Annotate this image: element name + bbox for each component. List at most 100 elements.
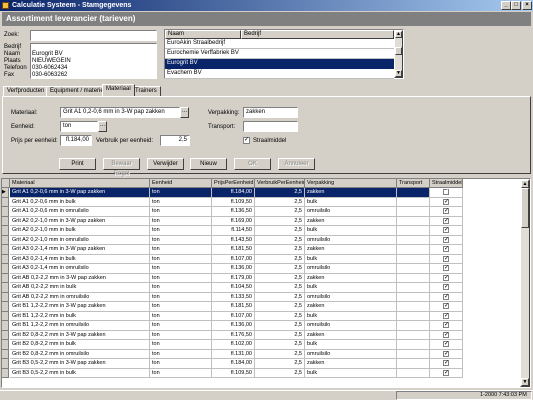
table-row[interactable]: Grit A2 0,2-1,0 mm in bulk ton fl.114,50 2,… [2, 226, 515, 236]
scroll-down-icon[interactable]: ▼ [395, 70, 402, 77]
verwijder-button[interactable]: Verwijder [147, 158, 184, 170]
row-selector[interactable] [2, 264, 9, 274]
materiaal-grid[interactable]: Materiaal Eenheid PrijsPerEenheid Verbru… [1, 178, 531, 388]
cell-materiaal[interactable]: Grit A1 0,2-0,6 mm in 3-W pap zakken [10, 188, 150, 198]
cell-eenheid[interactable]: ton [150, 226, 212, 236]
cell-eenheid[interactable]: ton [150, 302, 212, 312]
cell-straalmiddel[interactable]: ✓ [430, 330, 463, 340]
cell-verbruik[interactable]: 2,5 [255, 349, 305, 359]
cell-prijs[interactable]: fl.136,00 [212, 321, 255, 331]
row-selector[interactable] [2, 311, 9, 321]
materiaal-lookup-button[interactable]: ... [180, 107, 189, 118]
table-row[interactable]: Grit AB 0,2-2,2 mm in omruilsilo ton fl.13… [2, 292, 515, 302]
straalmiddel-cell-checkbox[interactable]: ✓ [443, 341, 449, 347]
cell-prijs[interactable]: fl.107,00 [212, 254, 255, 264]
row-selector[interactable] [2, 321, 9, 331]
close-button[interactable]: × [522, 1, 532, 10]
supplier-list[interactable]: Naam Bedrijf EuroAkin Straalbedrijf Euro… [164, 29, 404, 79]
cell-straalmiddel[interactable]: ✓ [430, 207, 463, 217]
row-selector[interactable] [2, 207, 9, 217]
cell-prijs[interactable]: fl.181,50 [212, 302, 255, 312]
cell-prijs[interactable]: fl.131,00 [212, 349, 255, 359]
table-row[interactable]: Grit AB 0,2-2,2 mm in 3-W pap zakken ton f… [2, 273, 515, 283]
cell-transport[interactable] [397, 216, 430, 226]
col-header-transport[interactable]: Transport [397, 179, 430, 188]
cell-transport[interactable] [397, 273, 430, 283]
cell-eenheid[interactable]: ton [150, 197, 212, 207]
cell-materiaal[interactable]: Grit A2 0,2-1,0 mm in 3-W pap zakken [10, 216, 150, 226]
scroll-thumb[interactable] [395, 47, 402, 55]
cell-materiaal[interactable]: Grit A3 0,2-1,4 mm in bulk [10, 254, 150, 264]
col-header-eenheid[interactable]: Eenheid [150, 179, 212, 188]
supplier-list-header-naam[interactable]: Naam [165, 30, 241, 39]
row-selector[interactable] [2, 235, 9, 245]
cell-transport[interactable] [397, 302, 430, 312]
supplier-list-scrollbar[interactable]: ▲ ▼ [394, 30, 403, 78]
cell-eenheid[interactable]: ton [150, 188, 212, 198]
transport-field[interactable] [243, 121, 298, 132]
cell-verpakking[interactable]: omruilsilo [305, 321, 397, 331]
cell-prijs[interactable]: fl.109,50 [212, 197, 255, 207]
cell-straalmiddel[interactable]: ✓ [430, 197, 463, 207]
straalmiddel-cell-checkbox[interactable]: ✓ [443, 198, 449, 205]
cell-materiaal[interactable]: Grit B2 0,8-2,2 mm in 3-W pap zakken [10, 330, 150, 340]
table-row[interactable]: Grit A1 0,2-0,6 mm in bulk ton fl.109,50 2,… [2, 197, 515, 207]
cell-straalmiddel[interactable]: ✓ [430, 311, 463, 321]
cell-straalmiddel[interactable]: ✓ [430, 226, 463, 236]
eenheid-lookup-button[interactable]: ... [98, 121, 107, 132]
cell-eenheid[interactable]: ton [150, 311, 212, 321]
straalmiddel-cell-checkbox[interactable]: ✓ [443, 369, 449, 376]
row-selector[interactable] [2, 283, 9, 293]
cell-eenheid[interactable]: ton [150, 216, 212, 226]
tab-materiaal[interactable]: Materiaal [102, 84, 135, 96]
cell-verpakking[interactable]: zakken [305, 359, 397, 369]
cell-straalmiddel[interactable]: ✓ [430, 340, 463, 350]
supplier-list-item[interactable]: Eurochemie Verffabriek BV [165, 49, 394, 59]
cell-prijs[interactable]: fl.181,50 [212, 245, 255, 255]
cell-straalmiddel[interactable]: ✓ [430, 368, 463, 378]
cell-prijs[interactable]: fl.104,50 [212, 283, 255, 293]
cell-eenheid[interactable]: ton [150, 349, 212, 359]
grid-scroll-down-icon[interactable]: ▼ [521, 378, 529, 386]
table-row[interactable]: Grit B3 0,5-2,2 mm in bulk ton fl.109,50 2,… [2, 368, 515, 378]
cell-verbruik[interactable]: 2,5 [255, 273, 305, 283]
cell-transport[interactable] [397, 283, 430, 293]
cell-prijs[interactable]: fl.176,50 [212, 330, 255, 340]
cell-materiaal[interactable]: Grit AB 0,2-2,2 mm in omruilsilo [10, 292, 150, 302]
cell-eenheid[interactable]: ton [150, 264, 212, 274]
cell-straalmiddel[interactable]: ✓ [430, 321, 463, 331]
cell-prijs[interactable]: fl.169,00 [212, 216, 255, 226]
cell-transport[interactable] [397, 359, 430, 369]
cell-transport[interactable] [397, 207, 430, 217]
straalmiddel-cell-checkbox[interactable]: ✓ [443, 227, 449, 233]
cell-materiaal[interactable]: Grit B1 1,2-2,2 mm in 3-W pap zakken [10, 302, 150, 312]
row-selector[interactable] [2, 340, 9, 350]
supplier-list-item-selected[interactable]: Eurogrit BV [165, 59, 394, 69]
cell-transport[interactable] [397, 226, 430, 236]
cell-prijs[interactable]: fl.184,00 [212, 188, 255, 198]
cell-materiaal[interactable]: Grit B3 0,5-2,2 mm in bulk [10, 368, 150, 378]
prijs-field[interactable]: fl.184,00 [60, 135, 92, 146]
cell-verpakking[interactable]: zakken [305, 188, 397, 198]
cell-straalmiddel[interactable]: ✓ [430, 349, 463, 359]
col-header-prijs[interactable]: PrijsPerEenheid [212, 179, 255, 188]
row-selector[interactable] [2, 292, 9, 302]
cell-verbruik[interactable]: 2,5 [255, 368, 305, 378]
straalmiddel-cell-checkbox[interactable]: ✓ [443, 274, 449, 281]
cell-eenheid[interactable]: ton [150, 235, 212, 245]
tab-trainers[interactable]: Trainers [131, 86, 161, 96]
straalmiddel-cell-checkbox[interactable]: ✓ [443, 322, 449, 328]
cell-prijs[interactable]: fl.107,00 [212, 311, 255, 321]
straalmiddel-cell-checkbox[interactable]: ✓ [443, 265, 449, 271]
cell-verpakking[interactable]: bulk [305, 283, 397, 293]
cell-verbruik[interactable]: 2,5 [255, 340, 305, 350]
cell-verbruik[interactable]: 2,5 [255, 283, 305, 293]
straalmiddel-cell-checkbox[interactable]: ✓ [443, 189, 449, 195]
tab-verfproducten[interactable]: Verfproducten [3, 86, 49, 96]
cell-straalmiddel[interactable]: ✓ [430, 216, 463, 226]
cell-prijs[interactable]: fl.109,50 [212, 368, 255, 378]
cell-verpakking[interactable]: bulk [305, 368, 397, 378]
cell-eenheid[interactable]: ton [150, 273, 212, 283]
row-selector[interactable] [2, 302, 9, 312]
cell-verbruik[interactable]: 2,5 [255, 188, 305, 198]
